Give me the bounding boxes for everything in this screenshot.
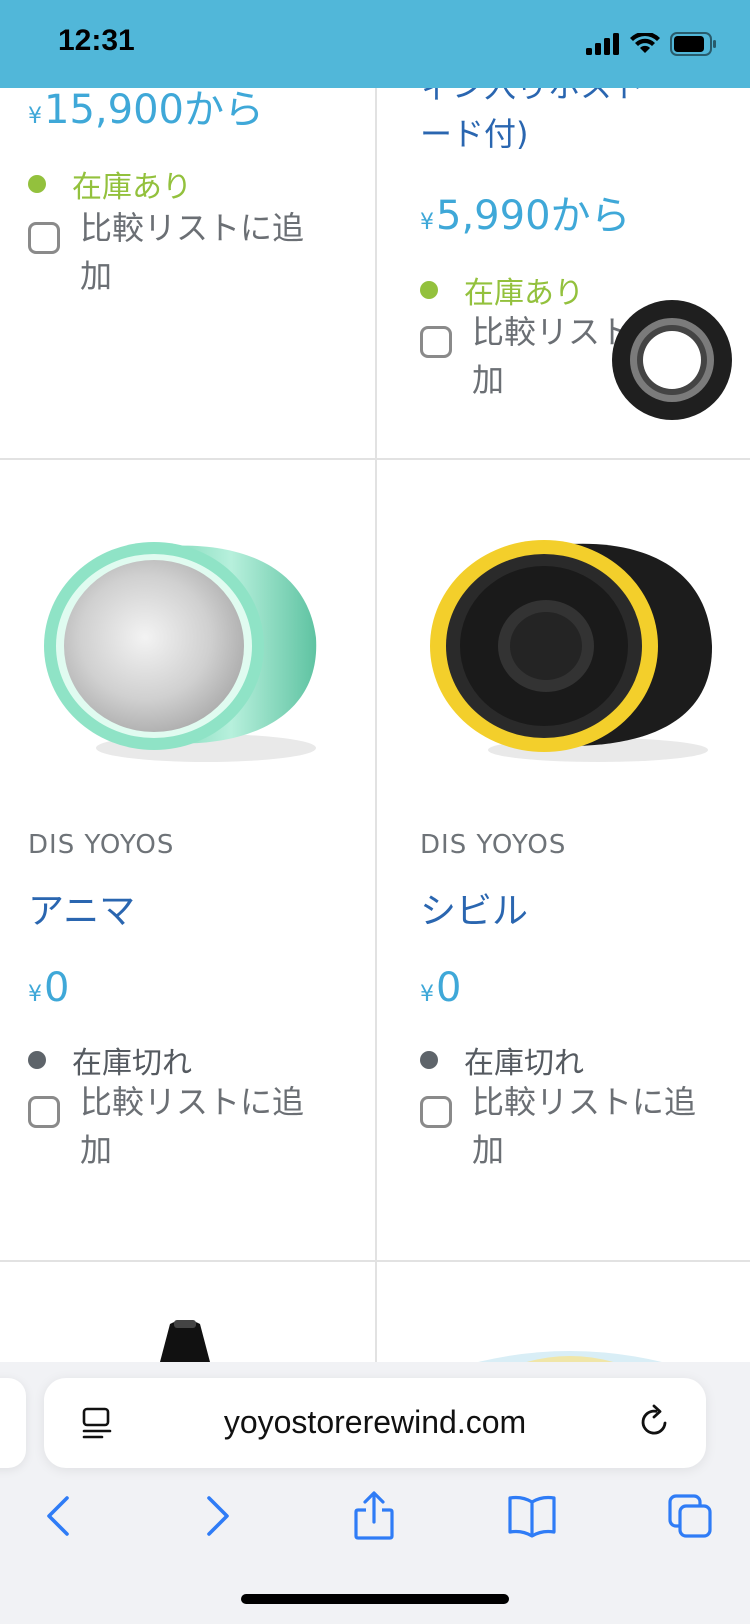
forward-chevron-icon [203, 1494, 233, 1542]
checkbox-icon[interactable] [28, 222, 60, 254]
stock-dot-icon [28, 175, 46, 193]
reload-icon[interactable] [636, 1404, 672, 1444]
product-price: ¥0 [420, 964, 461, 1019]
grid-divider-vertical [375, 88, 377, 1362]
stock-status: 在庫切れ [28, 1038, 192, 1082]
product-price: ¥5,990から [420, 192, 631, 247]
previous-tab-pill[interactable] [0, 1378, 26, 1468]
bookmarks-icon [506, 1494, 558, 1542]
stock-label: 在庫切れ [72, 1046, 192, 1081]
battery-icon [670, 32, 718, 60]
currency-symbol: ¥ [28, 104, 42, 129]
product-brand: DIS YOYOS [420, 830, 567, 860]
stock-dot-icon [28, 1051, 46, 1069]
bookmarks-button[interactable] [502, 1488, 562, 1548]
stock-label: 在庫切れ [464, 1046, 584, 1081]
compare-checkbox[interactable]: 比較リストに追加 [28, 1078, 320, 1174]
product-brand: DIS YOYOS [28, 830, 175, 860]
floating-button-ring [630, 318, 714, 402]
product-image-partial-left[interactable] [130, 1318, 240, 1362]
price-value: 0 [436, 965, 462, 1011]
status-icons [586, 31, 718, 60]
back-button[interactable] [28, 1488, 88, 1548]
stock-dot-icon [420, 1051, 438, 1069]
cellular-signal-icon [586, 33, 620, 59]
url-text: yoyostorerewind.com [223, 1404, 527, 1440]
product-name-line-2[interactable]: ード付) [420, 110, 529, 158]
product-grid: ¥15,900から 在庫あり 比較リストに追加 ィン入りホスト ード付) ¥5,… [0, 88, 750, 1362]
share-icon [352, 1490, 396, 1546]
stock-status: 在庫あり [28, 162, 192, 206]
compare-label: 比較リストに追加 [80, 1083, 305, 1169]
checkbox-icon[interactable] [420, 326, 452, 358]
product-price: ¥15,900から [28, 88, 264, 141]
compare-label: 比較リストに追加 [80, 209, 305, 295]
stock-dot-icon [420, 281, 438, 299]
product-name-line-1[interactable]: ィン入りホスト [420, 88, 720, 110]
browser-toolbar [0, 1474, 750, 1554]
price-value: 15,900から [44, 88, 264, 133]
currency-symbol: ¥ [420, 982, 434, 1007]
compare-checkbox[interactable]: 比較リストに追加 [28, 204, 320, 300]
address-bar[interactable]: yoyostorerewind.com [44, 1378, 706, 1468]
status-bar: 12:31 [0, 0, 750, 88]
compare-label: 比較リストに追加 [472, 1083, 697, 1169]
stock-status: 在庫あり [420, 268, 584, 312]
stock-label: 在庫あり [72, 170, 192, 205]
stock-label: 在庫あり [464, 276, 584, 311]
product-image-sibyl[interactable] [428, 528, 718, 772]
product-image-partial-right[interactable] [460, 1344, 680, 1362]
share-button[interactable] [344, 1488, 404, 1548]
back-chevron-icon [43, 1494, 73, 1542]
grid-divider-row-1 [0, 458, 750, 460]
status-time: 12:31 [58, 24, 135, 57]
currency-symbol: ¥ [420, 210, 434, 235]
price-value: 5,990から [436, 193, 631, 239]
checkbox-icon[interactable] [420, 1096, 452, 1128]
checkbox-icon[interactable] [28, 1096, 60, 1128]
tabs-icon [666, 1492, 714, 1544]
product-image-anima[interactable] [36, 528, 326, 772]
product-name[interactable]: アニマ [28, 882, 135, 934]
forward-button[interactable] [188, 1488, 248, 1548]
price-value: 0 [44, 965, 70, 1011]
browser-bottom-bar: yoyostorerewind.com [0, 1362, 750, 1624]
grid-divider-row-2 [0, 1260, 750, 1262]
tabs-button[interactable] [660, 1488, 720, 1548]
wifi-icon [630, 31, 660, 59]
stock-status: 在庫切れ [420, 1038, 584, 1082]
compare-checkbox[interactable]: 比較リストに追加 [420, 1078, 712, 1174]
currency-symbol: ¥ [28, 982, 42, 1007]
floating-action-button[interactable] [612, 300, 732, 420]
product-price: ¥0 [28, 964, 69, 1019]
home-indicator[interactable] [241, 1594, 509, 1604]
product-name[interactable]: シビル [420, 882, 528, 934]
